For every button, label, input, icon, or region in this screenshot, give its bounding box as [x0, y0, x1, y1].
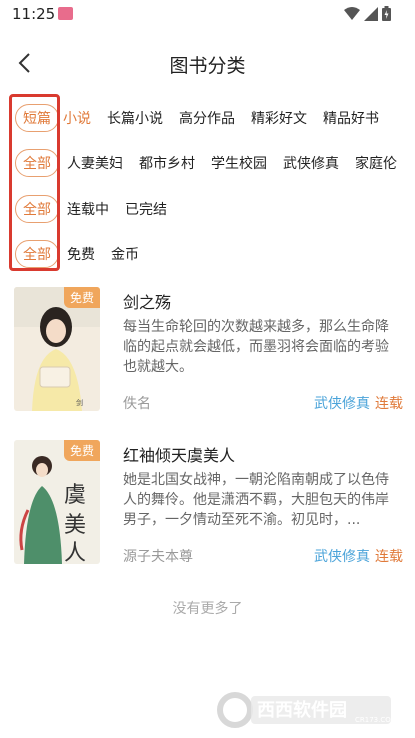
chip-length-3[interactable]: 精品好书: [323, 108, 379, 128]
book-cover: 虞 美 人 免费: [14, 440, 100, 564]
signal-icon: [364, 6, 378, 21]
chip-length-1[interactable]: 高分作品: [179, 108, 235, 128]
svg-text:CR173.COM: CR173.COM: [355, 716, 397, 724]
book-item[interactable]: 虞 美 人 免费 红袖倾天虞美人 她是北国女战神，一朝沦陷南朝成了以色侍人的舞伶…: [0, 440, 415, 580]
svg-text:虞: 虞: [64, 483, 86, 508]
page-title: 图书分类: [169, 55, 246, 77]
book-category-tag: 武侠修真: [314, 549, 370, 565]
book-description: 每当生命轮回的次数越来越多，那么生命降临的起点就会越低，而墨羽将会面临的考验也就…: [123, 319, 389, 375]
chip-status-0[interactable]: 连载中: [67, 199, 109, 219]
svg-text:美: 美: [64, 513, 86, 538]
book-title: 剑之殇: [123, 293, 172, 312]
book-title: 红袖倾天虞美人: [123, 446, 236, 465]
chip-length-0[interactable]: 长篇小说: [107, 108, 163, 128]
end-of-list-note: 没有更多了: [172, 601, 243, 617]
book-author: 源子夫本尊: [123, 549, 193, 565]
chip-genre-4[interactable]: 家庭伦: [355, 153, 397, 173]
chip-price-1[interactable]: 金币: [111, 244, 139, 264]
chip-price-active[interactable]: 全部: [15, 240, 59, 268]
filter-row-price: 全部 免费 金币: [0, 239, 415, 269]
chip-status-1[interactable]: 已完结: [125, 199, 167, 219]
notification-app-icon: [58, 7, 73, 20]
chip-genre-0[interactable]: 人妻美妇: [67, 153, 123, 173]
book-cover: 剑 免费: [14, 287, 100, 411]
free-badge: 免费: [63, 287, 100, 308]
chip-price-0[interactable]: 免费: [67, 244, 95, 264]
chip-length-active[interactable]: 短篇: [15, 104, 59, 132]
chip-length-2[interactable]: 精彩好文: [251, 108, 307, 128]
svg-text:西西软件园: 西西软件园: [257, 699, 347, 721]
chip-length-overlap: 小说: [63, 111, 91, 127]
book-category-tag: 武侠修真: [314, 396, 370, 412]
filter-row-status: 全部 连载中 已完结: [0, 194, 415, 224]
book-item[interactable]: 剑 免费 剑之殇 每当生命轮回的次数越来越多，那么生命降临的起点就会越低，而墨羽…: [0, 287, 415, 427]
chip-genre-2[interactable]: 学生校园: [211, 153, 267, 173]
wifi-icon: [344, 6, 360, 20]
app-bar: 图书分类: [0, 40, 415, 86]
svg-text:人: 人: [64, 541, 86, 564]
chip-genre-1[interactable]: 都市乡村: [139, 153, 195, 173]
free-badge: 免费: [63, 440, 100, 461]
chip-status-active[interactable]: 全部: [15, 195, 59, 223]
chip-genre-3[interactable]: 武侠修真: [283, 153, 339, 173]
book-author: 佚名: [123, 396, 151, 412]
book-status-tag: 连载: [375, 549, 403, 565]
filter-row-length: 短篇 小说 长篇小说 高分作品 精彩好文 精品好书: [0, 103, 415, 133]
filter-row-genre: 全部 人妻美妇 都市乡村 学生校园 武侠修真 家庭伦: [0, 148, 415, 178]
battery-icon: [382, 6, 391, 21]
chip-genre-active[interactable]: 全部: [15, 149, 59, 177]
status-time: 11:25: [12, 5, 56, 23]
svg-text:剑: 剑: [76, 398, 83, 407]
book-description: 她是北国女战神，一朝沦陷南朝成了以色侍人的舞伶。他是潇洒不羁，大胆包天的伟岸男子…: [123, 472, 389, 528]
status-bar: 11:25: [0, 0, 415, 28]
status-icons: [344, 6, 391, 21]
book-status-tag: 连载: [375, 396, 403, 412]
watermark-logo-icon: 西西软件园 CR173.COM: [217, 692, 397, 728]
watermark-logo: 西西软件园 CR173.COM: [215, 690, 397, 730]
